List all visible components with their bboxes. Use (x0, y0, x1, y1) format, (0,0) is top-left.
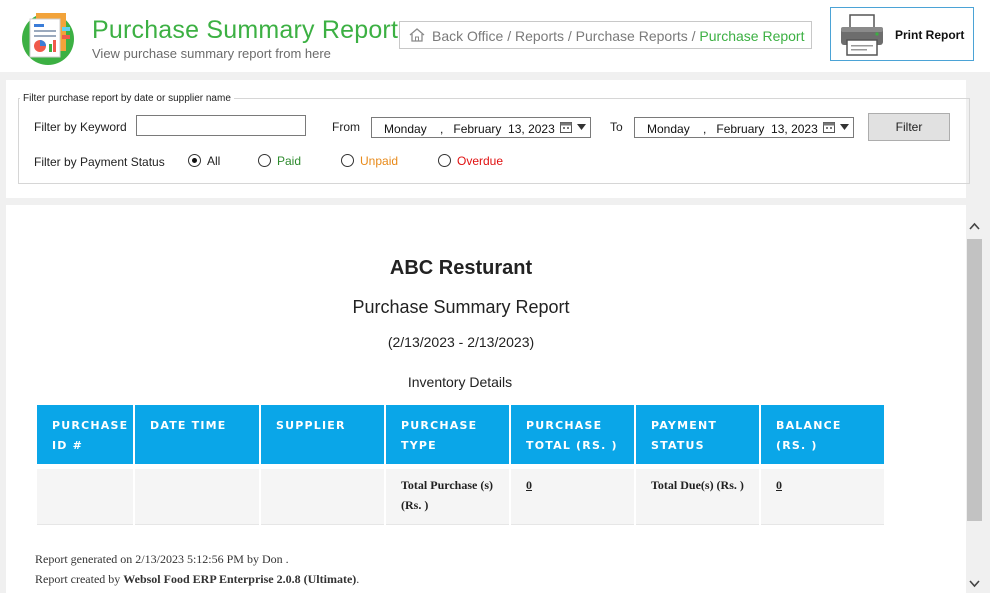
filter-group-box (18, 98, 970, 184)
report-title: Purchase Summary Report (352, 297, 570, 317)
table-header-row: PURCHASE ID # DATE TIME SUPPLIER PURCHAS… (37, 405, 886, 466)
radio-circle[interactable] (438, 154, 451, 167)
page-title: Purchase Summary Report (92, 16, 399, 44)
page-header: Purchase Summary Report View purchase su… (0, 0, 990, 72)
breadcrumb-current: Purchase Report (699, 28, 805, 44)
calendar-icon[interactable] (560, 121, 572, 133)
total-due-value[interactable]: 0 (776, 478, 782, 492)
table-cell (260, 463, 386, 525)
column-header: PAYMENT STATUS (635, 405, 761, 466)
column-header: SUPPLIER (260, 405, 386, 466)
radio-all-label: All (207, 154, 221, 168)
radio-circle[interactable] (188, 154, 201, 167)
filter-button[interactable]: Filter (868, 113, 950, 141)
report-company: ABC Resturant (389, 257, 533, 279)
table-row: Total Purchase (s) (Rs. ) 0 Total Due(s)… (37, 463, 886, 525)
keyword-label: Filter by Keyword (34, 120, 127, 134)
report-app-icon (22, 13, 74, 65)
filter-legend: Filter purchase report by date or suppli… (20, 93, 234, 104)
radio-selected-dot (192, 158, 197, 163)
radio-unpaid-label: Unpaid (360, 154, 399, 168)
to-date-value: Monday , February 13, 2023 (647, 122, 818, 136)
table-cell (37, 463, 135, 525)
column-header: PURCHASE ID # (37, 405, 135, 466)
scroll-down-arrow-icon[interactable] (966, 573, 983, 593)
printer-icon (841, 14, 883, 56)
to-date-picker[interactable]: Monday , February 13, 2023 (634, 117, 854, 138)
vertical-scrollbar[interactable] (966, 217, 983, 593)
total-purchase-value[interactable]: 0 (526, 478, 532, 492)
report-created-suffix: . (356, 572, 360, 586)
radio-unpaid[interactable]: Unpaid (341, 154, 403, 168)
report-generated-line: Report generated on 2/13/2023 5:12:56 PM… (35, 552, 289, 566)
from-label: From (332, 120, 360, 134)
total-purchase-cell: 0 (510, 463, 636, 525)
total-due-label: Total Due(s) (Rs. ) (635, 463, 761, 525)
from-date-picker[interactable]: Monday , February 13, 2023 (371, 117, 591, 138)
column-header: BALANCE (RS. ) (760, 405, 886, 466)
page-subtitle: View purchase summary report from here (92, 46, 331, 61)
radio-overdue[interactable]: Overdue (438, 154, 508, 168)
total-due-cell: 0 (760, 463, 886, 525)
scroll-up-arrow-icon[interactable] (966, 217, 983, 237)
print-report-button[interactable]: Print Report (830, 7, 974, 61)
radio-overdue-label: Overdue (457, 154, 504, 168)
print-report-label: Print Report (895, 28, 965, 42)
payment-status-label: Filter by Payment Status (34, 155, 165, 169)
radio-paid[interactable]: Paid (258, 154, 308, 168)
radio-circle[interactable] (258, 154, 271, 167)
breadcrumb-path[interactable]: Back Office / Reports / Purchase Reports… (432, 28, 699, 44)
radio-paid-label: Paid (277, 154, 302, 168)
radio-all[interactable]: All (188, 154, 228, 168)
report-section-title: Inventory Details (407, 374, 513, 390)
keyword-input[interactable] (136, 115, 306, 136)
report-date-range: (2/13/2023 - 2/13/2023) (387, 334, 535, 350)
calendar-icon[interactable] (823, 121, 835, 133)
column-header: PURCHASE TYPE (385, 405, 511, 466)
home-icon[interactable] (408, 27, 426, 43)
report-created-prefix: Report created by (35, 572, 124, 586)
from-date-value: Monday , February 13, 2023 (384, 122, 555, 136)
report-viewer: ABC Resturant Purchase Summary Report (2… (6, 205, 966, 593)
radio-circle[interactable] (341, 154, 354, 167)
to-label: To (610, 120, 623, 134)
scrollbar-thumb[interactable] (967, 239, 982, 521)
inventory-table: PURCHASE ID # DATE TIME SUPPLIER PURCHAS… (37, 405, 886, 525)
breadcrumb: Back Office / Reports / Purchase Reports… (399, 21, 812, 49)
column-header: DATE TIME (134, 405, 261, 466)
report-product-name: Websol Food ERP Enterprise 2.0.8 (Ultima… (123, 572, 357, 586)
column-header: PURCHASE TOTAL (RS. ) (510, 405, 636, 466)
report-created-line: Report created by Websol Food ERP Enterp… (35, 572, 359, 587)
table-cell (134, 463, 261, 525)
chevron-down-icon[interactable] (840, 124, 849, 130)
chevron-down-icon[interactable] (577, 124, 586, 130)
total-purchase-label: Total Purchase (s) (Rs. ) (385, 463, 511, 525)
